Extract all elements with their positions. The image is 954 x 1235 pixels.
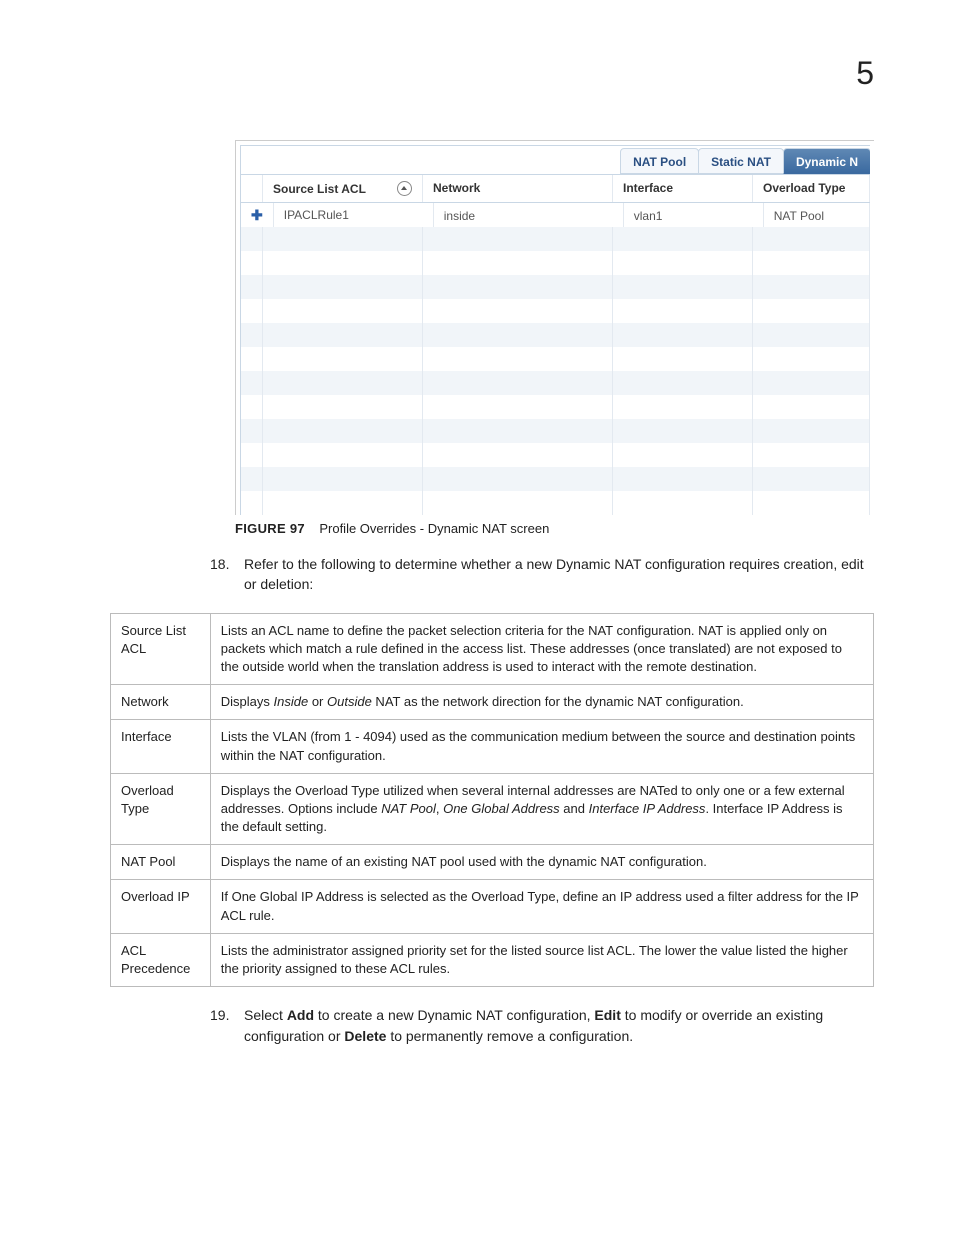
desc-text: Displays the name of an existing NAT poo… <box>210 845 873 880</box>
grid-header-row: Source List ACL Network Interface Overlo… <box>241 175 870 203</box>
desc-term: Overload IP <box>111 880 211 933</box>
cell-interface: vlan1 <box>624 203 764 227</box>
cell-acl: IPACLRule1 <box>274 203 434 227</box>
desc-text: Lists an ACL name to define the packet s… <box>210 613 873 685</box>
bold-span: Edit <box>594 1007 620 1023</box>
table-row <box>241 371 870 395</box>
grid-header-source-list-acl[interactable]: Source List ACL <box>263 175 423 202</box>
desc-text: Displays Inside or Outside NAT as the ne… <box>210 685 873 720</box>
bold-span: Delete <box>344 1028 386 1044</box>
desc-row-overload-type: Overload Type Displays the Overload Type… <box>111 773 874 845</box>
desc-term: Interface <box>111 720 211 773</box>
text-span: , <box>436 801 443 816</box>
italic-span: One Global Address <box>443 801 560 816</box>
desc-row-interface: Interface Lists the VLAN (from 1 - 4094)… <box>111 720 874 773</box>
table-row <box>241 467 870 491</box>
figure-label: FIGURE 97 <box>235 521 305 536</box>
step-18: 18. Refer to the following to determine … <box>210 554 874 595</box>
sort-ascending-icon[interactable] <box>397 181 412 196</box>
header-label: Source List ACL <box>273 182 366 196</box>
grid-header-icon-col <box>241 175 263 202</box>
italic-span: Interface IP Address <box>589 801 706 816</box>
cell-network: inside <box>434 203 624 227</box>
desc-row-nat-pool: NAT Pool Displays the name of an existin… <box>111 845 874 880</box>
tab-nat-pool[interactable]: NAT Pool <box>620 148 699 174</box>
text-span: NAT as the network direction for the dyn… <box>372 694 744 709</box>
text-span: to permanently remove a configuration. <box>386 1028 633 1044</box>
italic-span: Inside <box>274 694 309 709</box>
text-span: or <box>308 694 327 709</box>
tab-dynamic-nat[interactable]: Dynamic N <box>783 148 870 174</box>
desc-term: ACL Precedence <box>111 933 211 986</box>
figure-caption: FIGURE 97 Profile Overrides - Dynamic NA… <box>235 521 874 536</box>
table-row <box>241 323 870 347</box>
step-19: 19. Select Add to create a new Dynamic N… <box>210 1005 874 1046</box>
figure-text: Profile Overrides - Dynamic NAT screen <box>319 521 549 536</box>
desc-text: If One Global IP Address is selected as … <box>210 880 873 933</box>
tab-bar: NAT Pool Static NAT Dynamic N <box>241 146 870 175</box>
grid-header-overload-type[interactable]: Overload Type <box>753 175 870 202</box>
desc-term: Network <box>111 685 211 720</box>
plus-icon[interactable]: ✚ <box>251 209 263 221</box>
text-span: Displays <box>221 694 274 709</box>
description-table: Source List ACL Lists an ACL name to def… <box>110 613 874 988</box>
tab-static-nat[interactable]: Static NAT <box>698 148 784 174</box>
step-number: 19. <box>210 1005 244 1046</box>
grid-body: ✚ IPACLRule1 inside vlan1 NAT Pool <box>241 203 870 515</box>
desc-term: NAT Pool <box>111 845 211 880</box>
table-row[interactable]: ✚ IPACLRule1 inside vlan1 NAT Pool <box>241 203 870 227</box>
step-text: Select Add to create a new Dynamic NAT c… <box>244 1005 874 1046</box>
step-text: Refer to the following to determine whet… <box>244 554 874 595</box>
grid-header-network[interactable]: Network <box>423 175 613 202</box>
table-row <box>241 251 870 275</box>
page-number: 5 <box>856 55 874 92</box>
desc-term: Source List ACL <box>111 613 211 685</box>
table-row <box>241 491 870 515</box>
grid-header-interface[interactable]: Interface <box>613 175 753 202</box>
desc-text: Displays the Overload Type utilized when… <box>210 773 873 845</box>
table-row <box>241 419 870 443</box>
desc-row-acl-precedence: ACL Precedence Lists the administrator a… <box>111 933 874 986</box>
table-row <box>241 443 870 467</box>
cell-overload-type: NAT Pool <box>764 203 870 227</box>
table-row <box>241 395 870 419</box>
desc-text: Lists the VLAN (from 1 - 4094) used as t… <box>210 720 873 773</box>
text-span: and <box>560 801 589 816</box>
table-row <box>241 347 870 371</box>
step-number: 18. <box>210 554 244 595</box>
dynamic-nat-screenshot: NAT Pool Static NAT Dynamic N Source Lis… <box>235 140 874 515</box>
italic-span: NAT Pool <box>381 801 436 816</box>
table-row <box>241 299 870 323</box>
table-row <box>241 227 870 251</box>
table-row <box>241 275 870 299</box>
desc-term: Overload Type <box>111 773 211 845</box>
text-span: Select <box>244 1007 287 1023</box>
desc-row-source-list-acl: Source List ACL Lists an ACL name to def… <box>111 613 874 685</box>
text-span: to create a new Dynamic NAT configuratio… <box>314 1007 594 1023</box>
bold-span: Add <box>287 1007 314 1023</box>
italic-span: Outside <box>327 694 372 709</box>
desc-row-overload-ip: Overload IP If One Global IP Address is … <box>111 880 874 933</box>
desc-text: Lists the administrator assigned priorit… <box>210 933 873 986</box>
page-content: NAT Pool Static NAT Dynamic N Source Lis… <box>110 140 874 1046</box>
desc-row-network: Network Displays Inside or Outside NAT a… <box>111 685 874 720</box>
